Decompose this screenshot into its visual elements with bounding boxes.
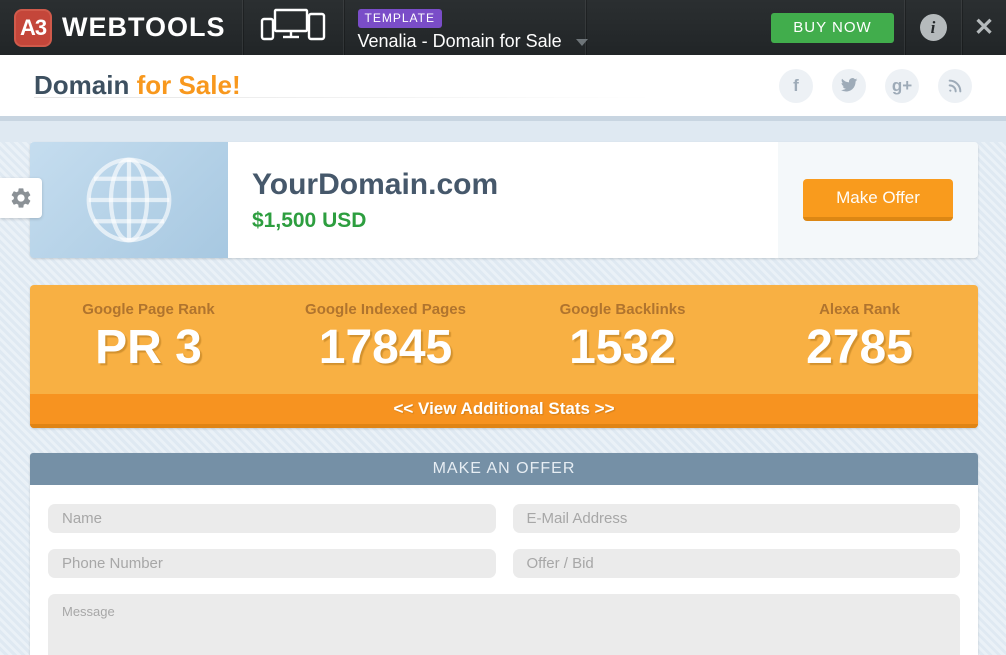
stat-value: PR 3 bbox=[30, 320, 267, 376]
name-field[interactable] bbox=[48, 504, 496, 533]
google-plus-icon[interactable]: g+ bbox=[885, 69, 919, 103]
app-toolbar: A3 WEBTOOLS TEMPLATE Venalia - Domain fo… bbox=[0, 0, 1006, 55]
domain-stats-panel: Google Page Rank PR 3 Google Indexed Pag… bbox=[30, 285, 978, 428]
offer-bid-field[interactable] bbox=[513, 549, 961, 578]
responsive-preview-button[interactable] bbox=[243, 0, 344, 55]
message-field[interactable] bbox=[48, 594, 960, 655]
domain-price: $1,500 USD bbox=[252, 209, 778, 233]
info-section: i bbox=[905, 0, 962, 55]
settings-tab[interactable] bbox=[0, 178, 42, 218]
stat-indexed-pages: Google Indexed Pages 17845 bbox=[267, 301, 504, 376]
brand: A3 WEBTOOLS bbox=[0, 0, 243, 55]
form-row bbox=[48, 549, 960, 578]
stat-alexa-rank: Alexa Rank 2785 bbox=[741, 301, 978, 376]
a3-logo: A3 bbox=[14, 9, 52, 47]
domain-listing-card: YourDomain.com $1,500 USD Make Offer bbox=[30, 142, 978, 258]
template-name: Venalia - Domain for Sale bbox=[358, 31, 562, 52]
header-divider bbox=[0, 116, 1006, 121]
stat-backlinks: Google Backlinks 1532 bbox=[504, 301, 741, 376]
stats-grid: Google Page Rank PR 3 Google Indexed Pag… bbox=[30, 285, 978, 394]
make-offer-button[interactable]: Make Offer bbox=[803, 179, 953, 221]
page-title-accent: for Sale! bbox=[137, 70, 241, 100]
stat-label: Alexa Rank bbox=[741, 301, 978, 318]
stat-label: Google Page Rank bbox=[30, 301, 267, 318]
brand-name: WEBTOOLS bbox=[62, 12, 226, 43]
form-body bbox=[30, 485, 978, 655]
domain-info: YourDomain.com $1,500 USD bbox=[228, 142, 778, 258]
close-section: ✕ bbox=[962, 0, 1006, 55]
buy-now-button[interactable]: BUY NOW bbox=[771, 13, 894, 43]
stat-label: Google Indexed Pages bbox=[267, 301, 504, 318]
stat-value: 2785 bbox=[741, 320, 978, 376]
facebook-icon[interactable]: f bbox=[779, 69, 813, 103]
title-underline bbox=[34, 97, 654, 98]
template-selector[interactable]: TEMPLATE Venalia - Domain for Sale bbox=[344, 0, 586, 55]
make-offer-form: MAKE AN OFFER bbox=[30, 453, 978, 655]
stat-value: 17845 bbox=[267, 320, 504, 376]
info-icon[interactable]: i bbox=[920, 14, 947, 41]
view-additional-stats-button[interactable]: << View Additional Stats >> bbox=[30, 394, 978, 428]
devices-icon bbox=[258, 5, 328, 50]
close-icon[interactable]: ✕ bbox=[974, 16, 994, 40]
template-badge: TEMPLATE bbox=[358, 9, 442, 28]
stat-label: Google Backlinks bbox=[504, 301, 741, 318]
gear-icon bbox=[9, 186, 33, 210]
email-field[interactable] bbox=[513, 504, 961, 533]
buy-now-section: BUY NOW bbox=[761, 0, 905, 55]
twitter-icon[interactable] bbox=[832, 69, 866, 103]
form-row bbox=[48, 504, 960, 533]
toolbar-spacer bbox=[586, 0, 761, 55]
domain-thumbnail bbox=[30, 142, 228, 258]
stat-page-rank: Google Page Rank PR 3 bbox=[30, 301, 267, 376]
social-links: f g+ bbox=[779, 69, 972, 103]
site-header: Domain for Sale! f g+ bbox=[0, 55, 1006, 116]
domain-action: Make Offer bbox=[778, 142, 978, 258]
phone-field[interactable] bbox=[48, 549, 496, 578]
template-preview-area: YourDomain.com $1,500 USD Make Offer Goo… bbox=[0, 142, 1006, 655]
form-heading: MAKE AN OFFER bbox=[30, 453, 978, 485]
rss-icon[interactable] bbox=[938, 69, 972, 103]
domain-name: YourDomain.com bbox=[252, 168, 778, 202]
page-title-dark: Domain bbox=[34, 70, 137, 100]
stat-value: 1532 bbox=[504, 320, 741, 376]
globe-icon bbox=[76, 147, 182, 253]
